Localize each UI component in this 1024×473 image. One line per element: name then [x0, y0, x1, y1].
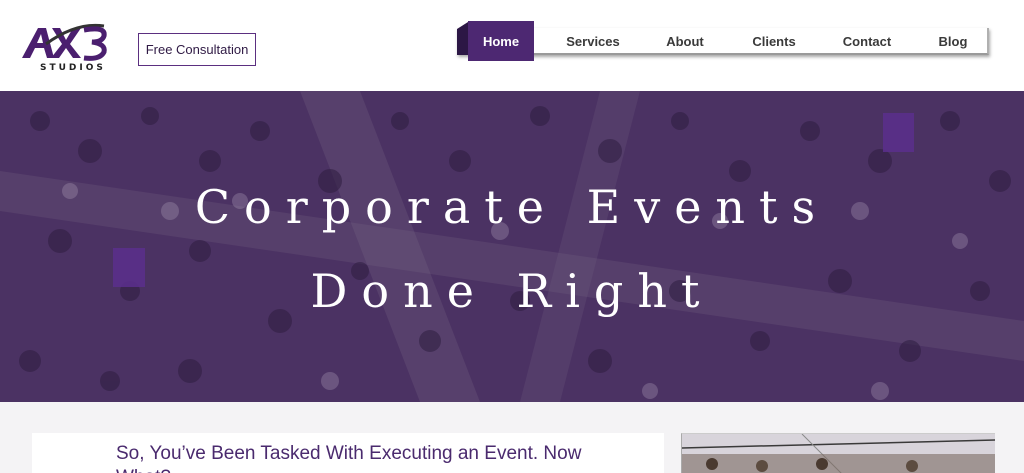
nav-clients[interactable]: Clients — [734, 28, 814, 55]
nav-about[interactable]: About — [645, 28, 725, 55]
logo-subtitle: STUDIOS — [40, 63, 106, 73]
nav-home[interactable]: Home — [468, 21, 534, 61]
nav-services[interactable]: Services — [548, 28, 638, 55]
site-header: STUDIOS Free Consultation Home Services … — [0, 0, 1024, 91]
hero-title-line-2: Done Right — [310, 264, 714, 318]
nav-contact[interactable]: Contact — [827, 28, 907, 55]
nav-blog[interactable]: Blog — [913, 28, 993, 55]
hero-title-line-1: Corporate Events — [194, 180, 830, 234]
event-photo-image — [682, 434, 995, 473]
article-title: So, You’ve Been Tasked With Executing an… — [116, 443, 582, 473]
nav-fold-icon — [457, 22, 468, 55]
decorative-square — [883, 113, 914, 152]
side-image — [681, 433, 995, 473]
free-consultation-button[interactable]: Free Consultation — [138, 33, 256, 66]
hero-banner: Corporate Events Done Right — [0, 91, 1024, 402]
content-section: So, You’ve Been Tasked With Executing an… — [0, 402, 1024, 473]
article-card: So, You’ve Been Tasked With Executing an… — [32, 433, 664, 473]
crowd-background-image — [0, 91, 1024, 402]
logo[interactable]: STUDIOS — [16, 20, 112, 76]
